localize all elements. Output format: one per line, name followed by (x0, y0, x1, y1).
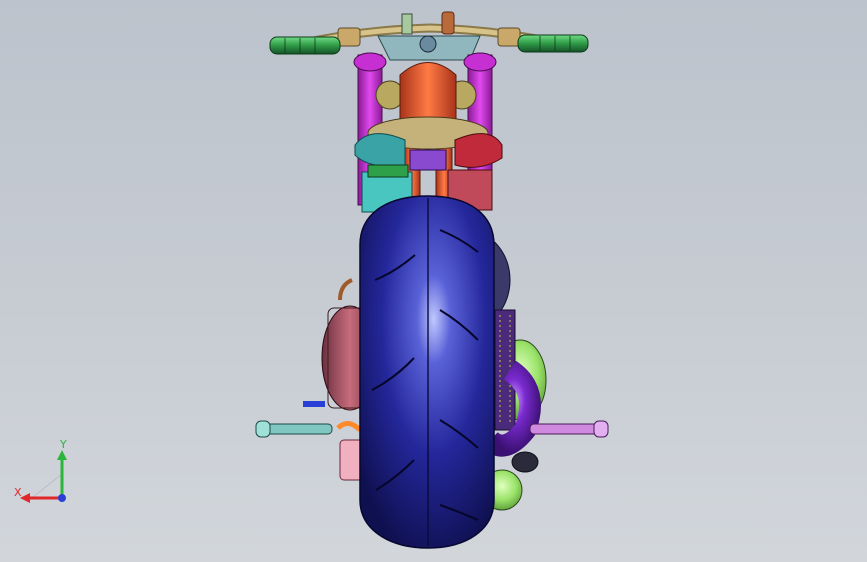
left-footpeg (255, 420, 333, 438)
rear-tire[interactable] (359, 195, 495, 549)
z-axis-icon (58, 494, 66, 502)
x-axis-label: X (14, 486, 22, 499)
y-axis-label: Y (59, 438, 67, 451)
left-grip (269, 36, 341, 55)
right-footpeg (529, 420, 609, 438)
blue-marker (303, 401, 325, 407)
cad-viewport[interactable]: Y X (0, 0, 867, 562)
right-grip (517, 34, 589, 53)
reference-triad: Y X (10, 436, 80, 512)
triple-clamp (377, 35, 481, 61)
motorcycle-model[interactable] (0, 0, 867, 562)
